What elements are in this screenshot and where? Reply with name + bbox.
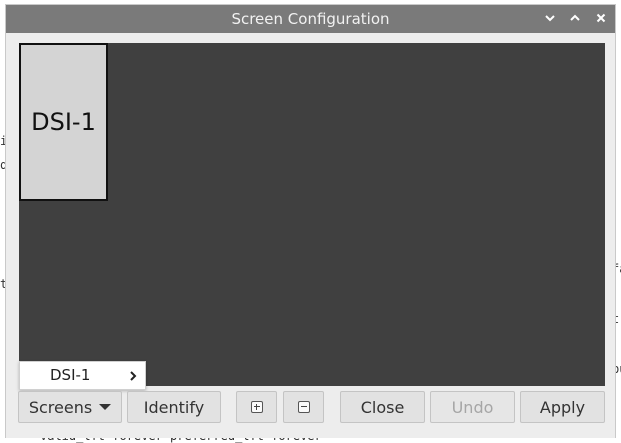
zoom-out-button[interactable] bbox=[283, 391, 324, 423]
zoom-in-icon bbox=[250, 401, 263, 413]
identify-button[interactable]: Identify bbox=[127, 391, 221, 423]
zoom-out-icon bbox=[297, 401, 310, 413]
zoom-in-button[interactable] bbox=[236, 391, 277, 423]
apply-button-label: Apply bbox=[539, 397, 586, 417]
monitor-label: DSI-1 bbox=[31, 108, 96, 136]
maximize-button[interactable] bbox=[567, 11, 583, 27]
chevron-up-icon bbox=[570, 14, 580, 21]
dropdown-arrow-icon bbox=[99, 404, 112, 410]
minimize-button[interactable] bbox=[542, 11, 558, 27]
close-window-button[interactable] bbox=[593, 11, 609, 27]
title-bar[interactable]: Screen Configuration bbox=[6, 5, 615, 33]
screen-layout-canvas[interactable]: DSI-1 bbox=[19, 43, 605, 386]
screens-button-label: Screens bbox=[28, 397, 93, 417]
chevron-down-icon bbox=[545, 15, 555, 22]
monitor-dsi-1[interactable]: DSI-1 bbox=[19, 43, 108, 201]
menu-item-dsi-1[interactable]: DSI-1 bbox=[50, 362, 90, 389]
screen-configuration-window: Screen Configuration DSI-1 DSI-1 Screens… bbox=[5, 4, 616, 438]
screens-button[interactable]: Screens bbox=[18, 391, 122, 423]
screens-popup-menu[interactable]: DSI-1 bbox=[19, 361, 146, 390]
identify-button-label: Identify bbox=[143, 397, 205, 417]
close-icon bbox=[596, 13, 606, 23]
close-button[interactable]: Close bbox=[340, 391, 425, 423]
chevron-right-icon bbox=[129, 362, 137, 389]
undo-button-label: Undo bbox=[451, 397, 494, 417]
window-title: Screen Configuration bbox=[231, 10, 390, 28]
apply-button[interactable]: Apply bbox=[520, 391, 605, 423]
undo-button[interactable]: Undo bbox=[430, 391, 515, 423]
close-button-label: Close bbox=[360, 397, 405, 417]
